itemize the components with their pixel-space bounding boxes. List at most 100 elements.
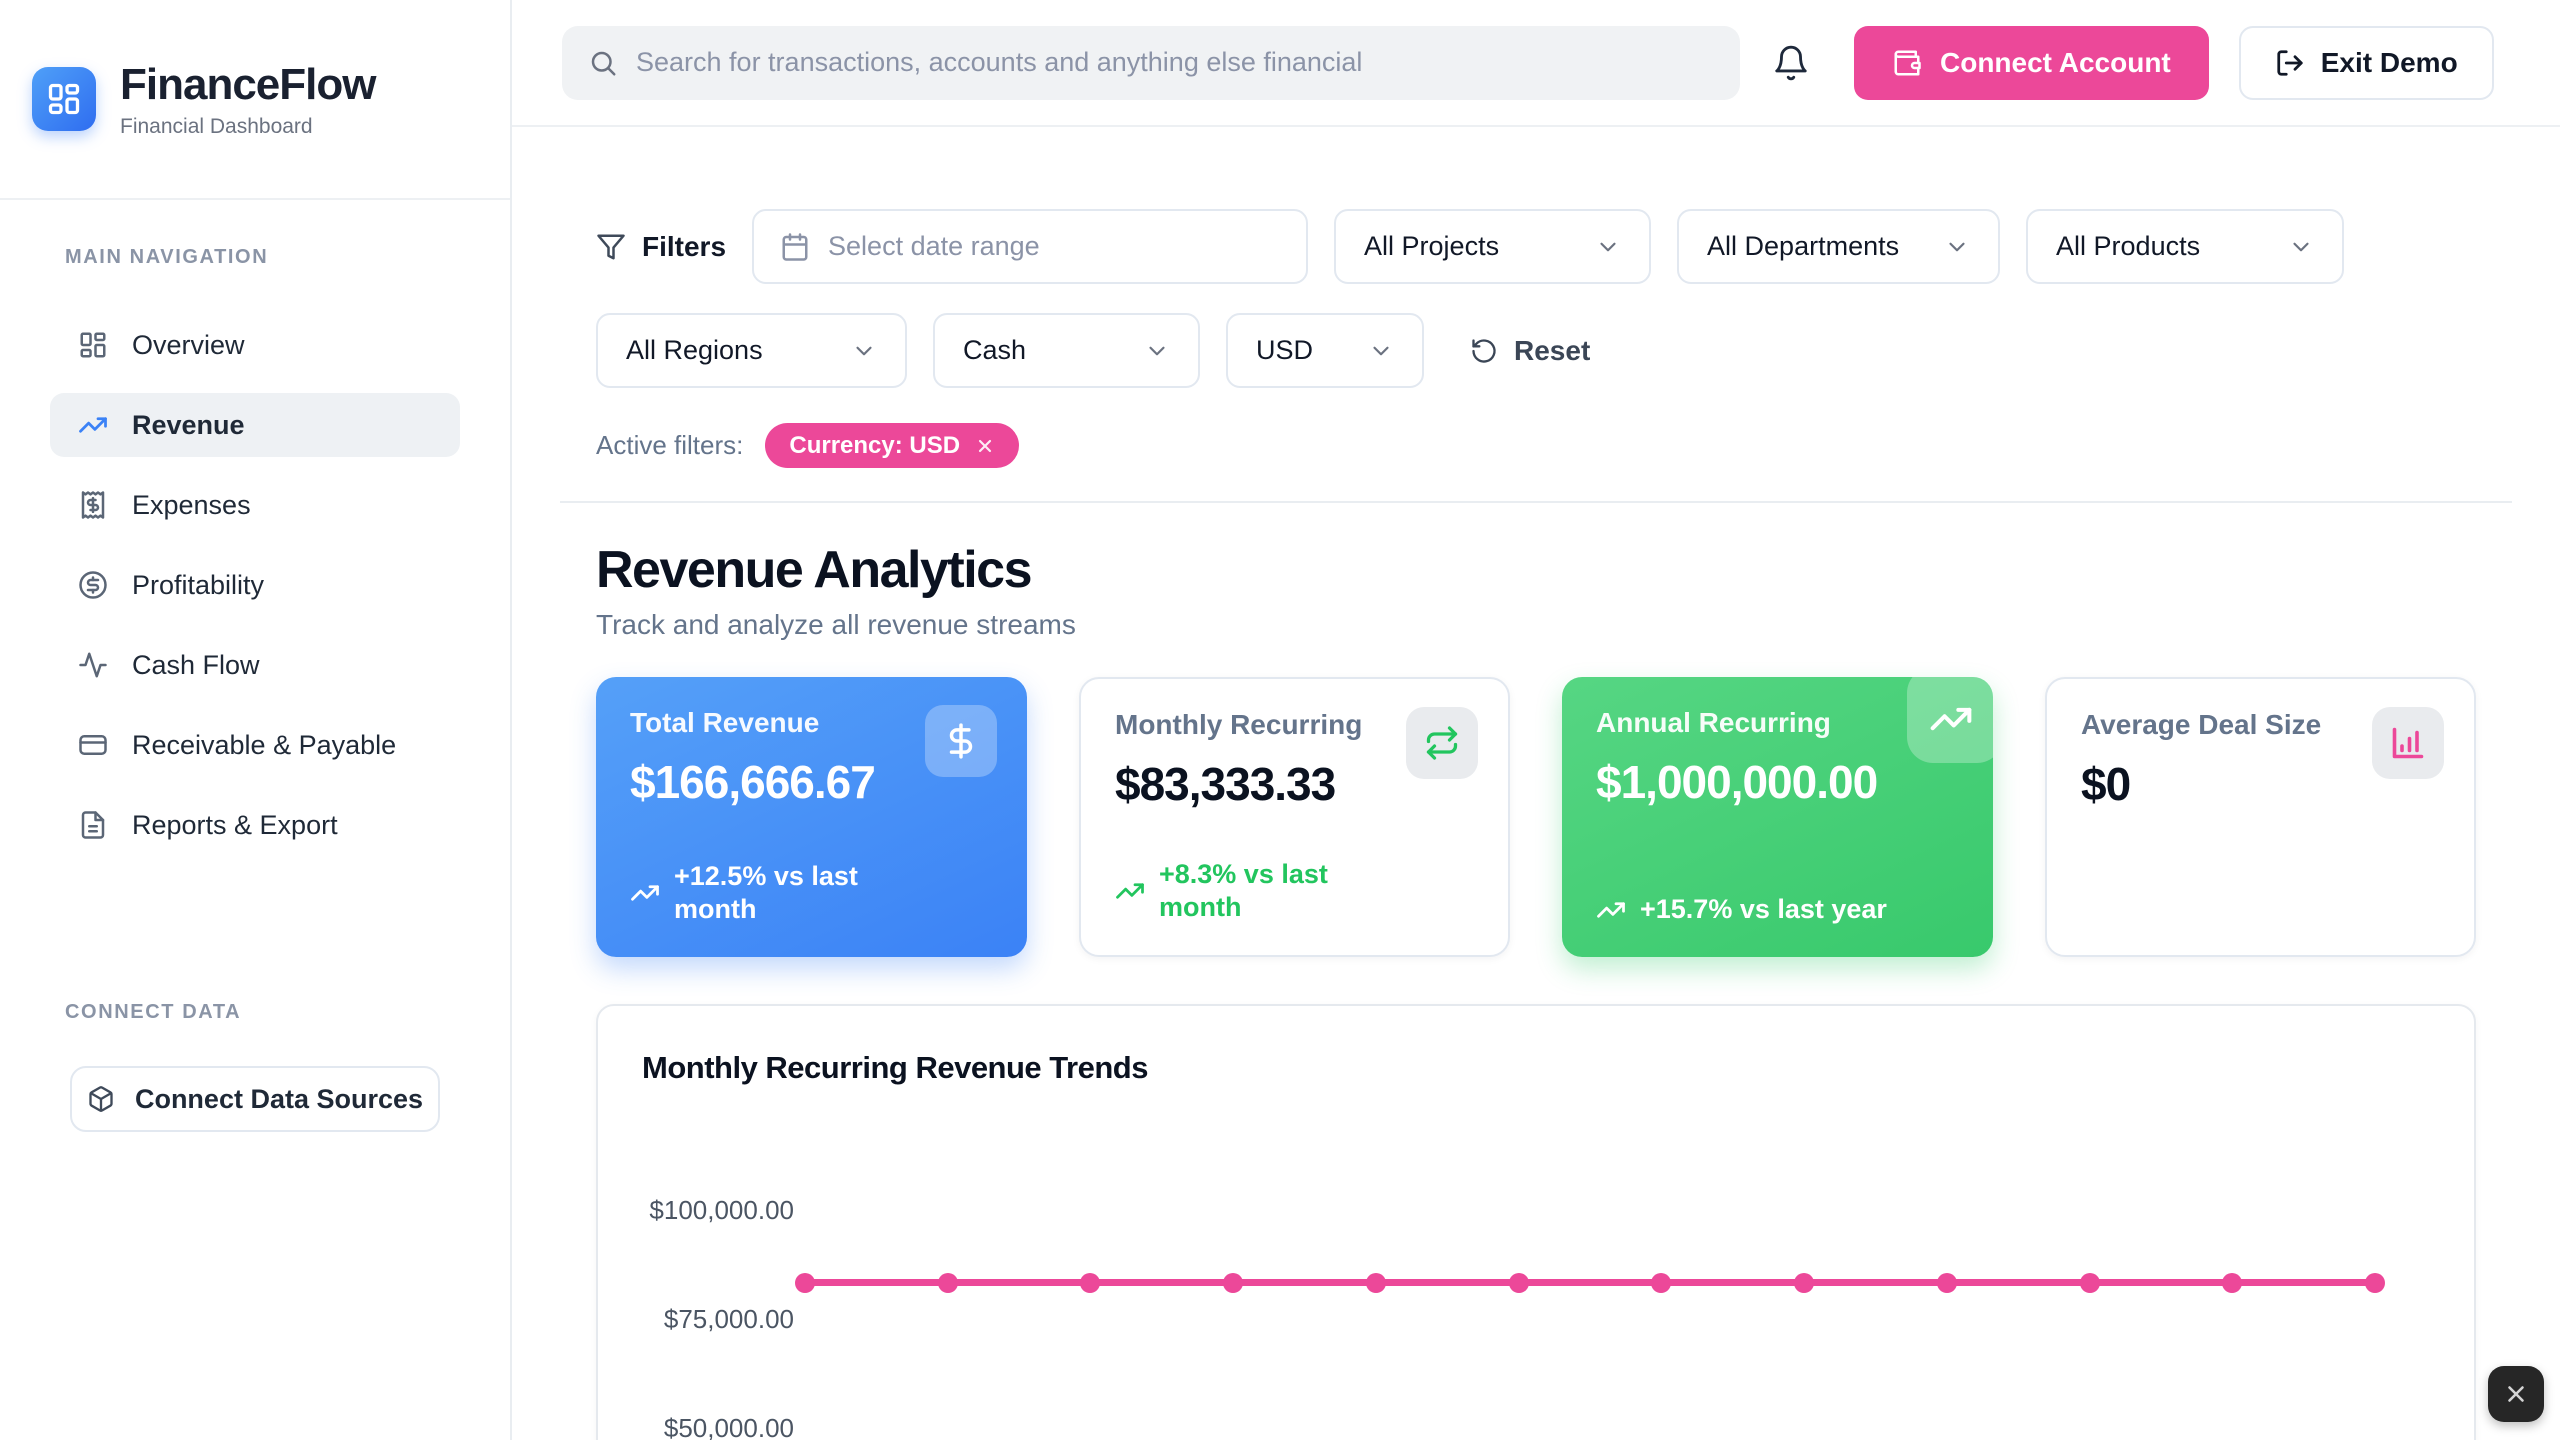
floating-close-button[interactable] — [2488, 1366, 2544, 1422]
data-point[interactable] — [1651, 1273, 1671, 1293]
dollar-icon — [942, 722, 980, 760]
activity-icon — [78, 650, 108, 680]
regions-dropdown[interactable]: All Regions — [596, 313, 907, 388]
calendar-icon — [780, 232, 810, 262]
currency-dropdown[interactable]: USD — [1226, 313, 1424, 388]
projects-dropdown-value: All Projects — [1364, 231, 1499, 262]
close-icon — [2503, 1381, 2529, 1407]
reset-filters-button[interactable]: Reset — [1470, 335, 1590, 367]
data-point[interactable] — [938, 1273, 958, 1293]
accounting-basis-dropdown[interactable]: Cash — [933, 313, 1200, 388]
sidebar-item-label: Profitability — [132, 570, 264, 601]
regions-dropdown-value: All Regions — [626, 335, 763, 366]
filter-funnel-icon — [596, 232, 626, 262]
chevron-down-icon — [1368, 338, 1394, 364]
departments-dropdown[interactable]: All Departments — [1677, 209, 2000, 284]
notifications-button[interactable] — [1772, 44, 1810, 82]
trending-up-icon — [1596, 895, 1626, 925]
currency-chip-label: Currency: USD — [789, 432, 960, 460]
global-search — [562, 26, 1740, 100]
y-axis-tick: $75,000.00 — [642, 1304, 794, 1335]
data-point[interactable] — [2365, 1273, 2385, 1293]
y-axis-tick: $100,000.00 — [642, 1195, 794, 1226]
wallet-icon — [1892, 48, 1922, 78]
data-point[interactable] — [1937, 1273, 1957, 1293]
departments-dropdown-value: All Departments — [1707, 231, 1899, 262]
sidebar-item-cash-flow[interactable]: Cash Flow — [50, 633, 460, 697]
date-range-input[interactable]: Select date range — [752, 209, 1308, 284]
sidebar-item-label: Expenses — [132, 490, 251, 521]
connect-data-sources-button[interactable]: Connect Data Sources — [70, 1066, 440, 1132]
sidebar-item-label: Overview — [132, 330, 245, 361]
sidebar-item-expenses[interactable]: Expenses — [50, 473, 460, 537]
sidebar-item-label: Reports & Export — [132, 810, 338, 841]
data-point[interactable] — [2080, 1273, 2100, 1293]
data-point[interactable] — [1366, 1273, 1386, 1293]
data-point[interactable] — [2222, 1273, 2242, 1293]
dashboard-icon — [78, 330, 108, 360]
mrr-trends-chart-card: Monthly Recurring Revenue Trends $100,00… — [596, 1004, 2476, 1440]
connect-account-label: Connect Account — [1940, 47, 2171, 79]
filter-row-2: All Regions Cash USD — [596, 313, 2476, 388]
chevron-down-icon — [1595, 234, 1621, 260]
active-filters-label: Active filters: — [596, 430, 743, 461]
trend-line — [805, 1279, 2375, 1286]
exit-demo-button[interactable]: Exit Demo — [2239, 26, 2494, 100]
sidebar-item-overview[interactable]: Overview — [50, 313, 460, 377]
data-point[interactable] — [1794, 1273, 1814, 1293]
exit-demo-label: Exit Demo — [2321, 47, 2458, 79]
stat-card-icon-box — [2372, 707, 2444, 779]
sidebar-item-receivable-payable[interactable]: Receivable & Payable — [50, 713, 460, 777]
data-point[interactable] — [795, 1273, 815, 1293]
accounting-basis-value: Cash — [963, 335, 1026, 366]
circle-dollar-icon — [78, 570, 108, 600]
data-point[interactable] — [1509, 1273, 1529, 1293]
filters-label-text: Filters — [642, 231, 726, 263]
data-point[interactable] — [1223, 1273, 1243, 1293]
chevron-down-icon — [1144, 338, 1170, 364]
dashboard-logo-icon — [46, 81, 82, 117]
brand: FinanceFlow Financial Dashboard — [0, 0, 510, 200]
sidebar-item-label: Cash Flow — [132, 650, 260, 681]
stat-card-monthly-recurring: Monthly Recurring $83,333.33 +8.3% vs la… — [1079, 677, 1510, 957]
stat-card-change: +12.5% vs last month — [630, 860, 993, 928]
reset-label: Reset — [1514, 335, 1590, 367]
package-icon — [87, 1085, 115, 1113]
filter-row-1: Filters Select date range All Projects — [596, 209, 2476, 284]
chart-canvas: $100,000.00 $75,000.00 $50,000.00 — [642, 1124, 2430, 1440]
stat-card-change: +15.7% vs last year — [1596, 893, 1959, 927]
page-heading: Revenue Analytics Track and analyze all … — [596, 540, 2476, 641]
connect-data-sources-label: Connect Data Sources — [135, 1084, 423, 1115]
nav-heading: MAIN NAVIGATION — [50, 246, 460, 269]
file-text-icon — [78, 810, 108, 840]
projects-dropdown[interactable]: All Projects — [1334, 209, 1651, 284]
app-root: FinanceFlow Financial Dashboard MAIN NAV… — [0, 0, 2560, 1440]
connect-data-heading: CONNECT DATA — [50, 1001, 460, 1024]
products-dropdown-value: All Products — [2056, 231, 2200, 262]
stat-card-total-revenue: Total Revenue $166,666.67 +12.5% vs last… — [596, 677, 1027, 957]
products-dropdown[interactable]: All Products — [2026, 209, 2344, 284]
stat-card-value: $1,000,000.00 — [1596, 755, 1959, 809]
trending-up-icon — [630, 878, 660, 908]
sidebar-item-profitability[interactable]: Profitability — [50, 553, 460, 617]
data-point[interactable] — [1080, 1273, 1100, 1293]
close-icon[interactable] — [975, 436, 995, 456]
stat-card-icon-box — [1406, 707, 1478, 779]
page-subtitle: Track and analyze all revenue streams — [596, 609, 2476, 641]
currency-filter-chip[interactable]: Currency: USD — [765, 423, 1019, 468]
bar-chart-icon — [2390, 725, 2426, 761]
stat-card-label: Annual Recurring — [1596, 707, 1959, 739]
connect-account-button[interactable]: Connect Account — [1854, 26, 2209, 100]
sidebar-item-revenue[interactable]: Revenue — [50, 393, 460, 457]
sidebar-item-reports-export[interactable]: Reports & Export — [50, 793, 460, 857]
chevron-down-icon — [851, 338, 877, 364]
brand-text: FinanceFlow Financial Dashboard — [120, 60, 375, 139]
search-icon — [588, 48, 618, 78]
search-input[interactable] — [636, 47, 1714, 78]
stat-card-change-text: +15.7% vs last year — [1640, 893, 1887, 927]
trending-up-icon — [78, 410, 108, 440]
app-tagline: Financial Dashboard — [120, 115, 375, 139]
filters-section: Filters Select date range All Projects — [596, 209, 2476, 468]
y-axis-tick: $50,000.00 — [642, 1413, 794, 1440]
app-title: FinanceFlow — [120, 60, 375, 110]
